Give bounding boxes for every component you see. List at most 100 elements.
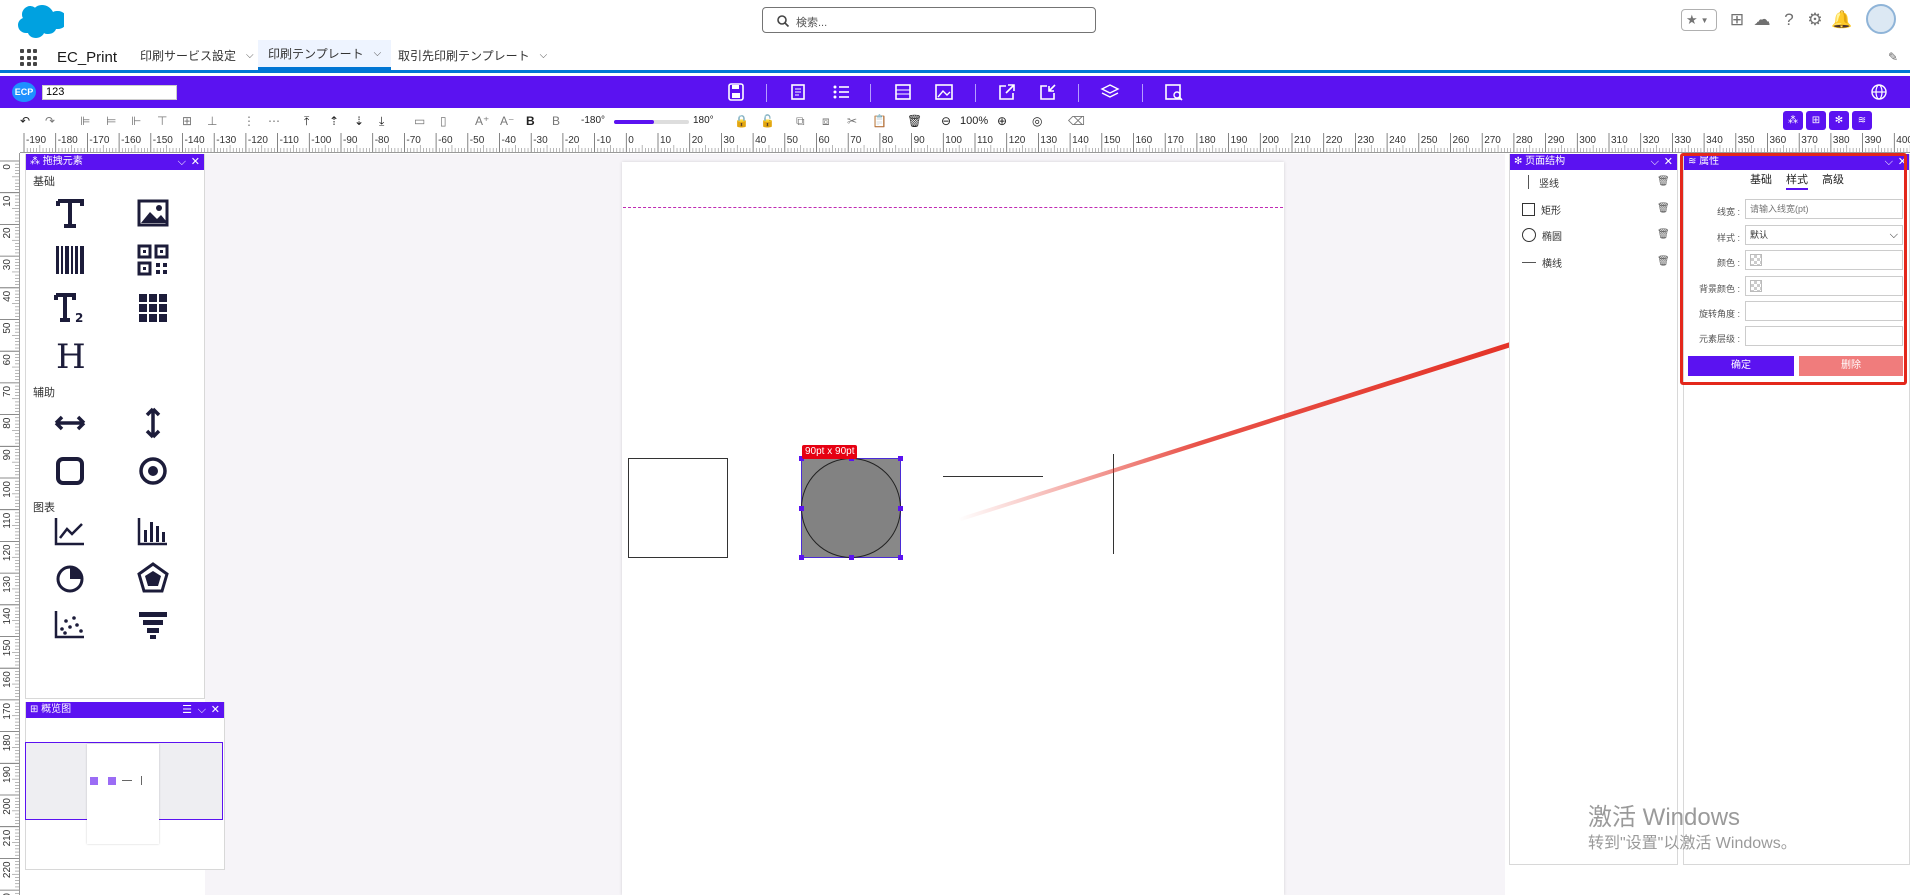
help-icon[interactable]: ? [1778, 9, 1800, 31]
collapse-icon[interactable]: ⌵ [178, 154, 186, 170]
move-down-icon[interactable]: ⇣ [354, 113, 364, 129]
edit-page-icon[interactable] [789, 83, 809, 101]
unlock-icon[interactable]: 🔓 [760, 113, 775, 129]
list-settings-icon[interactable] [831, 83, 851, 101]
resize-handle[interactable] [799, 506, 804, 511]
calculator-icon[interactable] [893, 83, 913, 101]
fit-icon[interactable]: ◎ [1032, 113, 1042, 129]
align-right-icon[interactable]: ⊩ [131, 113, 141, 129]
collapse-icon[interactable]: ⌵ [1651, 154, 1659, 170]
panel-toggle-props-icon[interactable]: ≋ [1852, 111, 1872, 130]
zoom-out-icon[interactable]: ⊖ [941, 113, 951, 129]
tab-print-service-settings[interactable]: 印刷サービス設定 ⌵ [130, 40, 264, 70]
bar-chart-tool-icon[interactable] [136, 514, 170, 548]
chevron-down-icon[interactable]: ⌵ [246, 50, 254, 61]
outline-bold-icon[interactable]: B [552, 113, 560, 129]
duplicate-icon[interactable]: ⧈ [822, 113, 830, 129]
image-tool-icon[interactable] [136, 196, 170, 230]
text-tool-icon[interactable] [53, 196, 87, 230]
resize-handle[interactable] [849, 555, 854, 560]
structure-item-ellipse[interactable]: 椭圆 [1522, 227, 1562, 243]
align-top-icon[interactable]: ⊤ [157, 113, 167, 129]
canvas-vertical-line[interactable] [1113, 454, 1114, 554]
import-icon[interactable] [1038, 83, 1058, 101]
copy-icon[interactable]: ⧉ [796, 113, 805, 129]
resize-handle[interactable] [799, 555, 804, 560]
delete-vline-icon[interactable]: 🗑 [1657, 176, 1670, 187]
resize-handle[interactable] [898, 506, 903, 511]
same-height-icon[interactable]: ▯ [440, 113, 447, 129]
distribute-h-icon[interactable]: ⋮ [243, 113, 255, 129]
salesforce-logo[interactable] [12, 4, 64, 38]
paste-icon[interactable]: 📋 [872, 113, 887, 129]
cut-icon[interactable]: ✂ [847, 113, 857, 129]
chevron-down-icon[interactable]: ⌵ [540, 50, 548, 61]
move-top-icon[interactable]: ⤒ [304, 113, 309, 129]
align-left-icon[interactable]: ⊫ [80, 113, 90, 129]
align-center-icon[interactable]: ⊨ [106, 113, 116, 129]
template-name-input[interactable]: 123 [42, 85, 177, 100]
app-launcher-icon[interactable] [20, 49, 37, 66]
settings-icon[interactable]: ⚙ [1804, 9, 1826, 31]
add-icon[interactable]: ⊞ [1726, 9, 1748, 31]
delete-ellipse-icon[interactable]: 🗑 [1657, 229, 1670, 240]
distribute-v-icon[interactable]: ⋯ [268, 113, 280, 129]
clear-icon[interactable]: ⌫ [1068, 113, 1085, 129]
radar-chart-tool-icon[interactable] [136, 561, 170, 595]
align-middle-icon[interactable]: ⊞ [182, 113, 192, 129]
structure-item-hline[interactable]: 横线 [1522, 254, 1562, 270]
redo-icon[interactable]: ↷ [45, 113, 55, 129]
image-gallery-icon[interactable] [934, 83, 954, 101]
resize-handle[interactable] [898, 456, 903, 461]
layers-icon[interactable] [1100, 83, 1120, 101]
move-bottom-icon[interactable]: ⤓ [379, 113, 384, 129]
bold-icon[interactable]: B [526, 113, 535, 129]
line-chart-tool-icon[interactable] [53, 514, 87, 548]
global-search-input[interactable]: 検索... [762, 7, 1096, 33]
structure-item-rect[interactable]: 矩形 [1522, 201, 1561, 217]
tab-print-template[interactable]: 印刷テンプレート ⌵ [258, 40, 392, 70]
zoom-in-icon[interactable]: ⊕ [997, 113, 1007, 129]
resize-handle[interactable] [898, 555, 903, 560]
panel-toggle-overview-icon[interactable]: ⊞ [1806, 111, 1826, 130]
funnel-chart-tool-icon[interactable] [136, 607, 170, 641]
delete-hline-icon[interactable]: 🗑 [1657, 256, 1670, 267]
close-icon[interactable]: ✕ [1664, 154, 1673, 170]
save-icon[interactable] [726, 83, 746, 101]
ellipse-tool-icon[interactable] [136, 454, 170, 488]
canvas-horizontal-line[interactable] [943, 476, 1043, 477]
rect-tool-icon[interactable] [53, 454, 87, 488]
canvas-rectangle[interactable] [628, 458, 728, 558]
tab-account-print-template[interactable]: 取引先印刷テンプレート ⌵ [388, 40, 557, 70]
structure-item-vline[interactable]: 竖线 [1522, 174, 1559, 190]
close-icon[interactable]: ✕ [211, 702, 220, 718]
cloud-icon[interactable]: ☁ [1751, 9, 1773, 31]
undo-icon[interactable]: ↶ [20, 113, 30, 129]
heading-tool-icon[interactable]: H [53, 337, 87, 371]
collapse-icon[interactable]: ⌵ [198, 702, 206, 718]
panel-toggle-structure-icon[interactable]: ✻ [1829, 111, 1849, 130]
export-icon[interactable] [997, 83, 1017, 101]
move-up-icon[interactable]: ⇡ [329, 113, 339, 129]
bell-icon[interactable]: 🔔 [1831, 9, 1853, 31]
canvas-ellipse[interactable] [801, 458, 901, 558]
align-bottom-icon[interactable]: ⊥ [207, 113, 217, 129]
delete-rect-icon[interactable]: 🗑 [1657, 203, 1670, 214]
qrcode-tool-icon[interactable] [136, 243, 170, 277]
font-decrease-icon[interactable]: A⁻ [500, 113, 514, 129]
preview-icon[interactable] [1164, 83, 1184, 101]
barcode-tool-icon[interactable] [53, 243, 87, 277]
panel-toggle-drag-icon[interactable]: ⁂ [1783, 111, 1803, 130]
lock-icon[interactable]: 🔒 [734, 113, 749, 129]
close-icon[interactable]: ✕ [191, 154, 200, 170]
scatter-chart-tool-icon[interactable] [53, 607, 87, 641]
menu-icon[interactable]: ☰ [182, 702, 192, 718]
font-increase-icon[interactable]: A⁺ [475, 113, 489, 129]
hline-tool-icon[interactable] [53, 406, 87, 440]
subscript-text-tool-icon[interactable]: 2 [53, 291, 87, 325]
globe-icon[interactable] [1869, 83, 1889, 101]
edit-nav-icon[interactable]: ✎ [1888, 50, 1898, 64]
vline-tool-icon[interactable] [136, 406, 170, 440]
rotation-slider[interactable] [614, 120, 689, 124]
chevron-down-icon[interactable]: ⌵ [374, 48, 382, 59]
